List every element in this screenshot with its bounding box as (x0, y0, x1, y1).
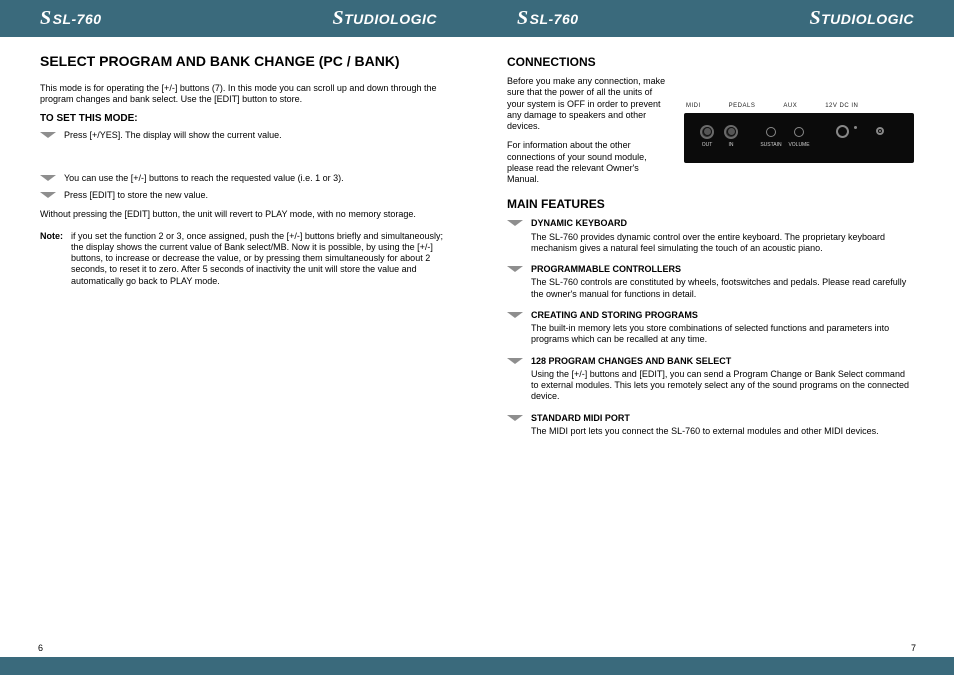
step3: Press [EDIT] to store the new value. (64, 190, 447, 201)
left-title: SELECT PROGRAM AND BANK CHANGE (PC / BAN… (40, 53, 447, 71)
conn-p2: For information about the other connecti… (507, 140, 670, 185)
chevron-down-icon (40, 190, 56, 198)
left-footer (0, 657, 477, 675)
left-content: SELECT PROGRAM AND BANK CHANGE (PC / BAN… (0, 37, 477, 657)
right-page: SSL-760 STUDIOLOGIC CONNECTIONS Before y… (477, 0, 954, 675)
feature-head: STANDARD MIDI PORT (531, 413, 914, 424)
right-footer (477, 657, 954, 675)
feature-row: DYNAMIC KEYBOARD The SL-760 provides dyn… (507, 218, 914, 256)
feature-item: CREATING AND STORING PROGRAMS The built-… (531, 310, 914, 348)
chevron-down-icon (507, 310, 523, 318)
cap-midi-out: OUT (695, 143, 719, 148)
feature-head: PROGRAMMABLE CONTROLLERS (531, 264, 914, 275)
midi-in-port-icon (724, 125, 738, 139)
chevron-down-icon (507, 264, 523, 272)
cap-sustain: SUSTAIN (756, 143, 786, 148)
chevron-down-icon (507, 413, 523, 421)
lbl-dc: 12V DC IN (825, 103, 858, 111)
connections-row: Before you make any connection, make sur… (507, 76, 914, 193)
feature-row: PROGRAMMABLE CONTROLLERS The SL-760 cont… (507, 264, 914, 302)
rear-panel: OUT IN SUSTAIN VOLUME (684, 113, 914, 163)
feature-body: The MIDI port lets you connect the SL-76… (531, 426, 914, 437)
brand-text2: TUDIOLOGIC (821, 11, 914, 27)
lbl-ped: PEDALS (729, 103, 756, 111)
chevron-down-icon (507, 218, 523, 226)
feature-row: 128 PROGRAM CHANGES AND BANK SELECT Usin… (507, 356, 914, 405)
step2: You can use the [+/-] buttons to reach t… (64, 173, 447, 184)
feature-head: 128 PROGRAM CHANGES AND BANK SELECT (531, 356, 914, 367)
chevron-down-icon (40, 173, 56, 181)
feature-head: CREATING AND STORING PROGRAMS (531, 310, 914, 321)
left-sub: TO SET THIS MODE: (40, 113, 447, 126)
feature-item: 128 PROGRAM CHANGES AND BANK SELECT Usin… (531, 356, 914, 405)
dc-in-icon (876, 127, 884, 135)
brand-logo: STUDIOLOGIC (809, 7, 914, 30)
right-header: SSL-760 STUDIOLOGIC (477, 0, 954, 37)
step-row: Press [+/YES]. The display will show the… (40, 130, 447, 141)
aux-dot-icon (854, 126, 857, 129)
left-page: SSL-760 STUDIOLOGIC SELECT PROGRAM AND B… (0, 0, 477, 675)
chevron-down-icon (40, 130, 56, 138)
conn-p1: Before you make any connection, make sur… (507, 76, 670, 132)
feature-body: The built-in memory lets you store combi… (531, 323, 914, 346)
logo-s2: S (332, 7, 344, 30)
left-p-gap (40, 147, 447, 165)
brand-logo: STUDIOLOGIC (332, 7, 437, 30)
feature-body: Using the [+/-] buttons and [EDIT], you … (531, 369, 914, 403)
chevron-down-icon (507, 356, 523, 364)
midi-out-port-icon (700, 125, 714, 139)
feature-item: DYNAMIC KEYBOARD The SL-760 provides dyn… (531, 218, 914, 256)
model-logo: SSL-760 (517, 7, 579, 30)
logo-s3: S (517, 7, 529, 30)
step-row: You can use the [+/-] buttons to reach t… (40, 173, 447, 184)
feature-list: DYNAMIC KEYBOARD The SL-760 provides dyn… (507, 218, 914, 439)
step-row: Press [EDIT] to store the new value. (40, 190, 447, 201)
model-logo: SSL-760 (40, 7, 102, 30)
features-title: MAIN FEATURES (507, 197, 914, 212)
model-text2: SL-760 (530, 11, 579, 27)
page-number: 6 (38, 643, 43, 654)
page-spread: SSL-760 STUDIOLOGIC SELECT PROGRAM AND B… (0, 0, 954, 675)
note-block: Note: if you set the function 2 or 3, on… (40, 231, 447, 287)
logo-s: S (40, 7, 52, 30)
feature-item: PROGRAMMABLE CONTROLLERS The SL-760 cont… (531, 264, 914, 302)
aux-jack-icon (836, 125, 849, 138)
feature-head: DYNAMIC KEYBOARD (531, 218, 914, 229)
cap-volume: VOLUME (784, 143, 814, 148)
feature-body: The SL-760 controls are constituted by w… (531, 277, 914, 300)
connections-title: CONNECTIONS (507, 55, 914, 70)
note-text: if you set the function 2 or 3, once ass… (71, 231, 447, 287)
sustain-jack-icon (766, 127, 776, 137)
left-p2: Without pressing the [EDIT] button, the … (40, 209, 447, 220)
volume-jack-icon (794, 127, 804, 137)
model-text: SL-760 (53, 11, 102, 27)
feature-row: CREATING AND STORING PROGRAMS The built-… (507, 310, 914, 348)
feature-body: The SL-760 provides dynamic control over… (531, 232, 914, 255)
note-label: Note: (40, 231, 63, 287)
left-header: SSL-760 STUDIOLOGIC (0, 0, 477, 37)
feature-item: STANDARD MIDI PORT The MIDI port lets yo… (531, 413, 914, 440)
page-number: 7 (911, 643, 916, 654)
conn-col2: REAR PANEL MIDI PEDALS AUX 12V DC IN OUT… (684, 76, 914, 193)
panel-group-labels: MIDI PEDALS AUX 12V DC IN (686, 103, 914, 111)
cap-midi-in: IN (719, 143, 743, 148)
left-p1: This mode is for operating the [+/-] but… (40, 83, 447, 106)
lbl-midi: MIDI (686, 103, 701, 111)
feature-row: STANDARD MIDI PORT The MIDI port lets yo… (507, 413, 914, 440)
conn-col1: Before you make any connection, make sur… (507, 76, 670, 193)
step1: Press [+/YES]. The display will show the… (64, 130, 447, 141)
brand-text: TUDIOLOGIC (344, 11, 437, 27)
logo-s4: S (809, 7, 821, 30)
lbl-aux: AUX (783, 103, 797, 111)
right-content: CONNECTIONS Before you make any connecti… (477, 37, 954, 657)
